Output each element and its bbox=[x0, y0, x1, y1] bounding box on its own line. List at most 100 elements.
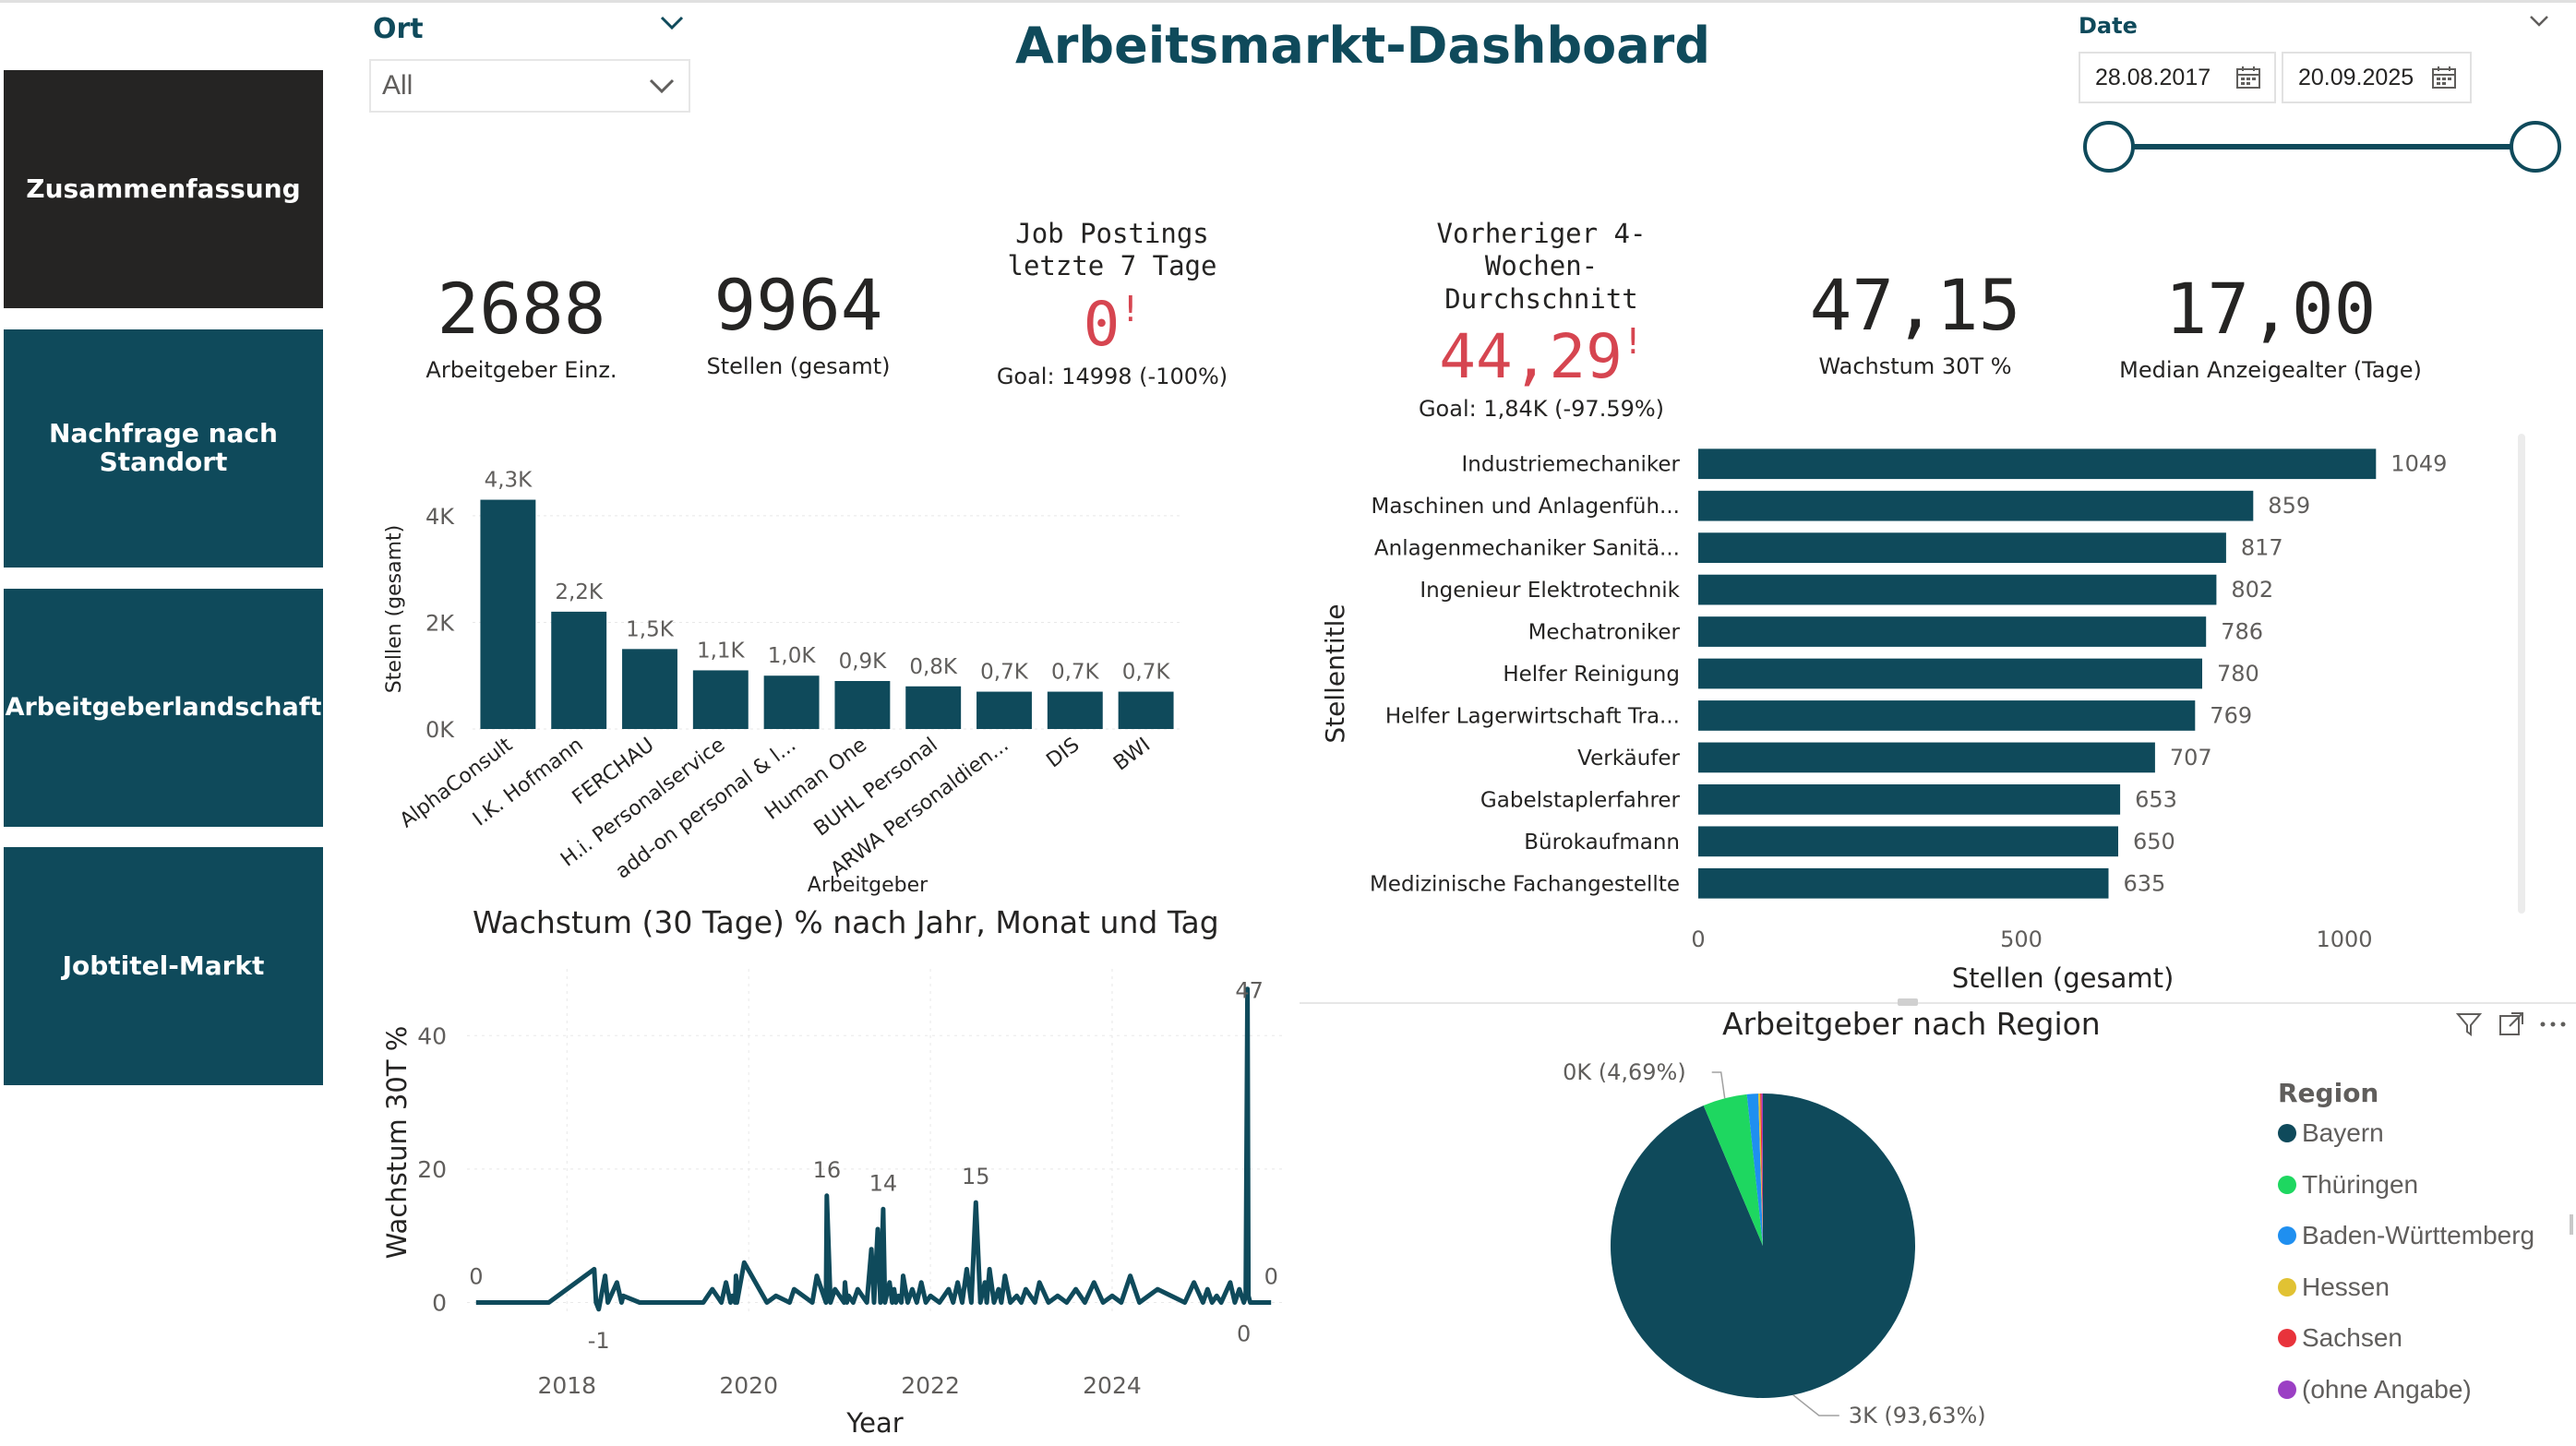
data-label: 4,3K bbox=[485, 469, 533, 493]
x-axis-title: Year bbox=[845, 1407, 903, 1439]
region-legend: Region Bayern Thüringen Baden-Württemberg H… bbox=[2278, 1074, 2573, 1425]
data-label: 707 bbox=[2170, 745, 2212, 771]
legend-item[interactable]: Bayern bbox=[2278, 1118, 2384, 1148]
chevron-down-icon[interactable] bbox=[2529, 15, 2549, 28]
y-tick-label: Ingenieur Elektrotechnik bbox=[1420, 579, 1680, 603]
legend-item[interactable]: Thüringen bbox=[2278, 1170, 2418, 1200]
legend-swatch bbox=[2278, 1380, 2296, 1399]
data-label: 635 bbox=[2124, 870, 2166, 896]
legend-label: Sachsen bbox=[2302, 1323, 2402, 1352]
kpi-value: 17,00 bbox=[2164, 268, 2377, 350]
y-axis-title: Stellentitle bbox=[1320, 603, 1350, 743]
y-tick-label: 0 bbox=[432, 1290, 447, 1317]
leader-line bbox=[1711, 1071, 1726, 1099]
x-tick-label: BUHL Personal bbox=[810, 734, 942, 842]
x-axis-title: Arbeitgeber bbox=[808, 874, 929, 897]
bar bbox=[622, 649, 677, 729]
legend-swatch bbox=[2278, 1124, 2296, 1142]
focus-mode-icon[interactable] bbox=[2498, 1010, 2525, 1038]
data-label: 47 bbox=[1235, 978, 1264, 1004]
legend-label: Bayern bbox=[2302, 1118, 2384, 1147]
legend-item[interactable]: Sachsen bbox=[2278, 1323, 2402, 1353]
x-tick-label: 1000 bbox=[2316, 926, 2372, 952]
kpi-prev4w-card: Vorheriger 4-Wochen-Durchschnitt 44,29! … bbox=[1348, 218, 1735, 422]
y-tick-label: Bürokaufmann bbox=[1524, 831, 1680, 854]
kpi-label: Stellen (gesamt) bbox=[706, 353, 891, 379]
date-start-input[interactable]: 28.08.2017 bbox=[2079, 52, 2276, 103]
y-tick-label: 0K bbox=[425, 717, 455, 743]
data-label: 769 bbox=[2210, 702, 2252, 728]
nav-nachfrage-nach-standort[interactable]: Nachfrage nach Standort bbox=[4, 329, 323, 568]
bar bbox=[1698, 448, 2377, 480]
bar bbox=[976, 691, 1032, 729]
legend-item[interactable]: Hessen bbox=[2278, 1273, 2390, 1302]
y-tick-label: Helfer Reinigung bbox=[1503, 663, 1680, 687]
kpi-title: Vorheriger 4-Wochen-Durchschnitt bbox=[1436, 218, 1647, 315]
data-label: 3K (93,63%) bbox=[1849, 1403, 1986, 1428]
jobtitle-chart-scrollbar[interactable] bbox=[2518, 434, 2525, 914]
chevron-down-icon[interactable] bbox=[659, 15, 685, 31]
x-tick-label: 2024 bbox=[1083, 1372, 1142, 1399]
kpi-goal: Goal: 1,84K (-97.59%) bbox=[1418, 396, 1665, 423]
legend-label: Thüringen bbox=[2302, 1169, 2419, 1199]
data-label: 817 bbox=[2241, 535, 2283, 561]
data-label: 16 bbox=[813, 1157, 842, 1183]
y-tick-label: 4K bbox=[425, 504, 455, 530]
ort-dropdown[interactable]: All bbox=[369, 59, 690, 113]
kpi-goal: Goal: 14998 (-100%) bbox=[996, 363, 1228, 389]
nav-jobtitel-markt[interactable]: Jobtitel-Markt bbox=[4, 847, 323, 1085]
bar bbox=[763, 675, 820, 729]
data-label: 0,7K bbox=[1051, 661, 1100, 685]
date-range-slider[interactable] bbox=[2077, 114, 2571, 179]
legend-item[interactable]: Baden-Württemberg bbox=[2278, 1221, 2534, 1250]
y-axis-title: Wachstum 30T % bbox=[381, 1026, 413, 1260]
calendar-icon bbox=[2432, 66, 2456, 89]
y-tick-label: Mechatroniker bbox=[1528, 621, 1681, 645]
series-line bbox=[475, 986, 1272, 1312]
x-tick-label: 2018 bbox=[537, 1372, 596, 1399]
resize-handle[interactable] bbox=[1898, 998, 1918, 1006]
x-axis-title: Stellen (gesamt) bbox=[1952, 962, 2175, 994]
bar bbox=[834, 681, 891, 729]
bar bbox=[480, 499, 536, 729]
kpi-arbeitgeber-card: 2688 Arbeitgeber Einz. bbox=[406, 268, 637, 383]
bar bbox=[1698, 826, 2118, 857]
legend-title: Region bbox=[2278, 1078, 2379, 1108]
legend-item[interactable]: (ohne Angabe) bbox=[2278, 1375, 2472, 1404]
data-label: 1,1K bbox=[697, 639, 746, 663]
slider-handle-start bbox=[2083, 121, 2135, 173]
bar bbox=[1698, 574, 2217, 605]
bar bbox=[1698, 658, 2202, 689]
nav-zusammenfassung[interactable]: Zusammenfassung bbox=[4, 70, 323, 308]
data-label: 786 bbox=[2221, 619, 2263, 645]
ort-filter-label: Ort bbox=[373, 13, 424, 45]
data-label: 0 bbox=[469, 1264, 483, 1290]
bar bbox=[1047, 691, 1103, 729]
page-title: Arbeitsmarkt-Dashboard bbox=[1015, 17, 1710, 75]
data-label: 859 bbox=[2268, 493, 2310, 519]
kpi-label: Median Anzeigealter (Tage) bbox=[2119, 357, 2422, 383]
leader-line bbox=[1792, 1394, 1839, 1416]
data-label: 0K (4,69%) bbox=[1563, 1059, 1686, 1085]
kpi-median-card: 17,00 Median Anzeigealter (Tage) bbox=[2104, 268, 2437, 383]
y-tick-label: 2K bbox=[425, 610, 455, 636]
bar bbox=[1698, 616, 2207, 647]
kpi-title: Job Postings letzte 7 Tage bbox=[1007, 218, 1217, 282]
nav-arbeitgeberlandschaft[interactable]: Arbeitgeberlandschaft bbox=[4, 589, 323, 827]
region-chart-title: Arbeitgeber nach Region bbox=[1722, 1006, 2101, 1042]
date-end-value: 20.09.2025 bbox=[2298, 64, 2414, 90]
data-label: 653 bbox=[2135, 786, 2177, 812]
alert-icon: ! bbox=[1622, 321, 1644, 363]
date-end-input[interactable]: 20.09.2025 bbox=[2282, 52, 2472, 103]
more-options-icon[interactable] bbox=[2538, 1015, 2568, 1034]
kpi-number: 0 bbox=[1083, 288, 1120, 360]
y-tick-label: Maschinen und Anlagenfüh... bbox=[1371, 495, 1680, 519]
bar bbox=[1698, 700, 2196, 731]
y-tick-label: Helfer Lagerwirtschaft Tra... bbox=[1385, 704, 1680, 728]
kpi-number: 44,29 bbox=[1439, 321, 1623, 393]
filter-icon[interactable] bbox=[2455, 1010, 2483, 1038]
kpi-value: 2688 bbox=[437, 268, 606, 350]
kpi-value: 47,15 bbox=[1809, 264, 2021, 346]
right-scroll-indicator[interactable] bbox=[2570, 1214, 2573, 1235]
x-tick-label: 2022 bbox=[901, 1372, 960, 1399]
